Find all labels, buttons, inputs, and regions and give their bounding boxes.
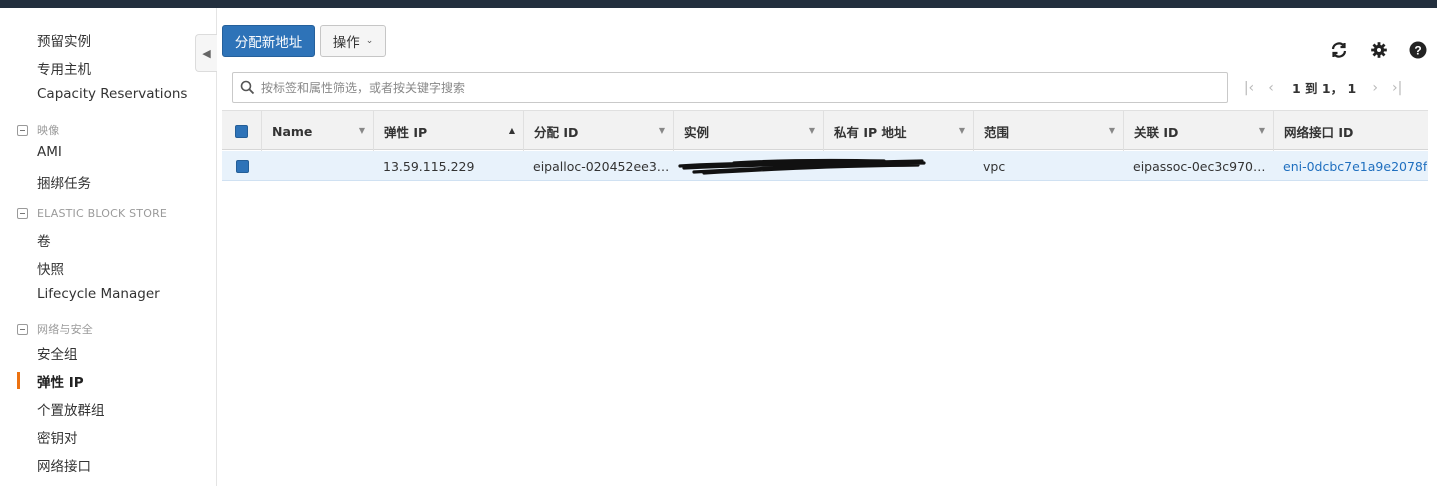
help-icon[interactable]: ? xyxy=(1408,40,1428,60)
cell-association-id: eipassoc-0ec3c970… xyxy=(1133,158,1266,174)
cell-allocation-id: eipalloc-020452ee3… xyxy=(533,158,670,174)
sidebar-item-key-pairs[interactable]: 密钥对 xyxy=(37,427,78,447)
sidebar-item-dedicated-hosts[interactable]: 专用主机 xyxy=(37,58,91,78)
gear-icon[interactable] xyxy=(1369,40,1389,60)
column-label: 网络接口 ID xyxy=(1284,124,1354,140)
column-label: 私有 IP 地址 xyxy=(834,124,907,140)
sidebar-item-reserved-instances[interactable]: 预留实例 xyxy=(37,30,91,50)
sidebar-item-lifecycle-manager[interactable]: Lifecycle Manager xyxy=(37,286,160,302)
sidebar-collapse-button[interactable]: ◀ xyxy=(195,34,217,72)
sidebar: 预留实例 专用主机 Capacity Reservations 映像 AMI 捆… xyxy=(0,8,217,486)
elastic-ip-table: Name ▼ 弹性 IP ▲ 分配 ID ▼ 实例 ▼ 私有 IP 地址 ▼ 范… xyxy=(222,110,1428,181)
sidebar-section-label: ELASTIC BLOCK STORE xyxy=(37,207,168,220)
cell-name xyxy=(272,151,372,181)
select-all-checkbox-cell xyxy=(222,111,262,151)
actions-dropdown[interactable]: 操作 ⌄ xyxy=(320,25,386,57)
sidebar-section-images[interactable]: 映像 xyxy=(17,122,59,138)
sidebar-item-snapshots[interactable]: 快照 xyxy=(37,258,64,278)
allocate-new-address-button[interactable]: 分配新地址 xyxy=(222,25,315,57)
search-input[interactable] xyxy=(261,80,1227,95)
select-all-checkbox[interactable] xyxy=(235,124,248,138)
sidebar-section-ebs[interactable]: ELASTIC BLOCK STORE xyxy=(17,207,167,220)
sidebar-section-label: 网络与安全 xyxy=(37,323,93,336)
sort-ascending-icon: ▲ xyxy=(508,126,515,135)
column-header-scope[interactable]: 范围 ▼ xyxy=(974,111,1124,151)
prev-page-icon[interactable]: ‹ xyxy=(1260,80,1282,96)
column-header-elastic-ip[interactable]: 弹性 IP ▲ xyxy=(374,111,524,151)
column-label: 范围 xyxy=(984,124,1010,140)
search-icon xyxy=(233,73,261,102)
sort-icon: ▼ xyxy=(358,126,365,135)
sidebar-item-capacity-reservations[interactable]: Capacity Reservations xyxy=(37,86,187,102)
sidebar-section-label: 映像 xyxy=(37,124,60,137)
column-header-allocation-id[interactable]: 分配 ID ▼ xyxy=(524,111,674,151)
row-checkbox-cell xyxy=(222,151,262,181)
network-interface-link[interactable]: eni-0dcbc7e1a9e2078f7 xyxy=(1283,151,1427,181)
sidebar-item-elastic-ips[interactable]: 弹性 IP xyxy=(37,371,84,391)
column-label: 弹性 IP xyxy=(384,124,428,140)
top-bar xyxy=(0,0,1437,8)
cell-scope: vpc xyxy=(983,158,1006,174)
column-header-private-ip[interactable]: 私有 IP 地址 ▼ xyxy=(824,111,974,151)
sidebar-item-volumes[interactable]: 卷 xyxy=(37,230,51,250)
sort-icon: ▼ xyxy=(808,126,815,135)
sidebar-section-network-security[interactable]: 网络与安全 xyxy=(17,321,93,337)
column-header-network-interface-id[interactable]: 网络接口 ID xyxy=(1274,111,1428,151)
redaction-scribble xyxy=(678,158,926,175)
sidebar-item-ami[interactable]: AMI xyxy=(37,144,62,160)
cell-instance-redacted xyxy=(674,151,974,181)
row-checkbox[interactable] xyxy=(235,159,249,173)
column-header-association-id[interactable]: 关联 ID ▼ xyxy=(1124,111,1274,151)
active-indicator xyxy=(17,372,20,389)
refresh-icon[interactable] xyxy=(1329,40,1349,60)
actions-label: 操作 xyxy=(332,35,360,51)
chevron-down-icon: ⌄ xyxy=(365,36,374,46)
collapse-icon xyxy=(17,323,28,335)
column-label: 分配 ID xyxy=(534,124,579,140)
cell-elastic-ip: 13.59.115.229 xyxy=(383,158,475,174)
table-row[interactable]: 13.59.115.229 eipalloc-020452ee3… vpc ei… xyxy=(222,151,1428,181)
sidebar-item-placement-groups[interactable]: 个置放群组 xyxy=(37,399,105,419)
column-label: 关联 ID xyxy=(1134,124,1179,140)
sort-icon: ▼ xyxy=(658,126,665,135)
sidebar-item-network-interfaces[interactable]: 网络接口 xyxy=(37,455,91,475)
column-header-instance[interactable]: 实例 ▼ xyxy=(674,111,824,151)
table-header: Name ▼ 弹性 IP ▲ 分配 ID ▼ 实例 ▼ 私有 IP 地址 ▼ 范… xyxy=(222,110,1428,151)
next-page-icon[interactable]: › xyxy=(1364,80,1386,96)
sort-icon: ▼ xyxy=(1258,126,1265,135)
sidebar-item-bundle-tasks[interactable]: 捆绑任务 xyxy=(37,172,91,192)
column-header-name[interactable]: Name ▼ xyxy=(262,111,374,151)
pagination-text: 1 到 1， 1 xyxy=(1292,81,1357,96)
chevron-left-icon: ◀ xyxy=(202,46,211,60)
pagination: |‹ ‹ 1 到 1， 1 › ›| xyxy=(1238,72,1418,103)
last-page-icon[interactable]: ›| xyxy=(1386,80,1408,96)
svg-text:?: ? xyxy=(1414,44,1421,58)
first-page-icon[interactable]: |‹ xyxy=(1238,80,1260,96)
collapse-icon xyxy=(17,208,28,219)
sort-icon: ▼ xyxy=(958,126,965,135)
sidebar-item-security-groups[interactable]: 安全组 xyxy=(37,343,78,363)
column-label: Name xyxy=(272,123,313,139)
collapse-icon xyxy=(17,124,28,136)
search-bar xyxy=(232,72,1228,103)
column-label: 实例 xyxy=(684,124,710,140)
sort-icon: ▼ xyxy=(1108,126,1115,135)
